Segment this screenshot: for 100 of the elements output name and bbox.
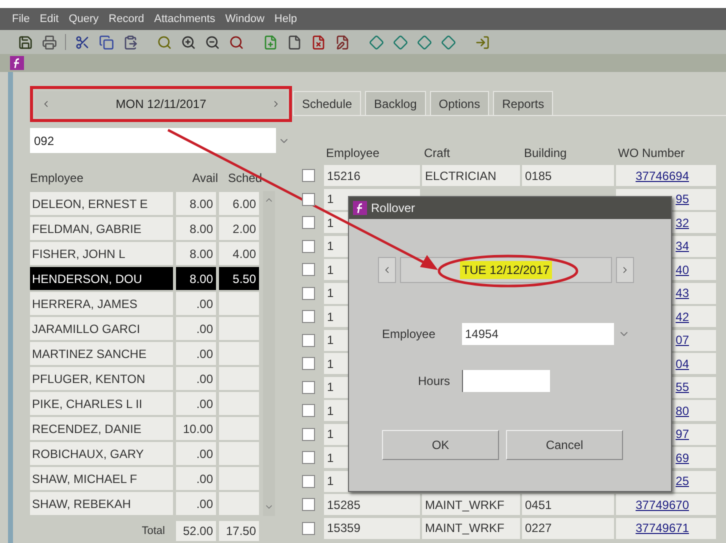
menu-item[interactable]: Edit (40, 10, 59, 28)
zoom-out-icon (204, 34, 220, 50)
avail-cell: .00 (176, 292, 216, 315)
search-icon (156, 34, 172, 50)
row-checkbox[interactable] (302, 380, 315, 394)
paste-icon (122, 34, 138, 50)
hours-field[interactable] (462, 370, 550, 392)
table-cell: MAINT_WRKF (422, 494, 520, 516)
row-checkbox[interactable] (302, 192, 315, 206)
tab[interactable]: Schedule (293, 91, 362, 115)
delete-record-icon (310, 34, 326, 50)
print-icon (42, 34, 56, 50)
save-icon (18, 34, 32, 50)
sched-cell (219, 392, 259, 415)
sched-cell (219, 442, 259, 465)
tab[interactable]: Reports (493, 91, 554, 115)
sched-cell (219, 467, 259, 490)
row-checkbox[interactable] (302, 263, 315, 276)
table-cell: 15216 (324, 165, 420, 186)
row-checkbox[interactable] (302, 428, 315, 441)
crew-field[interactable]: 092 (30, 128, 276, 153)
copy-icon (98, 34, 114, 50)
total-avail-cell: 52.00 (176, 521, 216, 541)
tab[interactable]: Backlog (365, 91, 426, 115)
wo-number-link[interactable]: 37746694 (616, 165, 716, 186)
column-header: Building (523, 145, 568, 162)
employee-name-cell[interactable]: JARAMILLO GARCI (30, 317, 173, 340)
menu-item[interactable]: Window (225, 10, 264, 28)
row-checkbox[interactable] (302, 451, 315, 464)
menu-item[interactable]: Query (68, 10, 99, 28)
diamond-icon (440, 34, 456, 50)
menu-item[interactable]: File (12, 10, 30, 28)
avail-cell: .00 (176, 392, 216, 415)
sched-cell: 5.50 (219, 267, 259, 290)
employee-field[interactable]: 14954 (462, 323, 614, 345)
sched-cell: 6.00 (219, 192, 259, 215)
employee-name-cell[interactable]: FELDMAN, GABRIE (30, 217, 173, 240)
app-logo-icon (10, 56, 24, 70)
employee-name-cell[interactable]: FISHER, JOHN L (30, 242, 173, 265)
column-header: WO Number (617, 145, 686, 162)
employee-name-cell[interactable]: HERRERA, JAMES (30, 292, 173, 315)
row-checkbox[interactable] (302, 404, 315, 418)
search-icon (228, 34, 244, 50)
row-checkbox[interactable] (302, 310, 315, 324)
sched-cell (219, 292, 259, 315)
sched-cell (219, 317, 259, 340)
row-checkbox[interactable] (302, 169, 315, 182)
employee-name-cell[interactable]: ROBICHAUX, GARY (30, 442, 173, 465)
sched-cell (219, 492, 259, 515)
tab[interactable]: Options (430, 91, 490, 115)
table-cell: 0451 (522, 494, 614, 516)
table-cell: 0227 (522, 518, 614, 539)
menu-item[interactable]: Record (108, 10, 144, 28)
column-header: Employee (30, 170, 84, 187)
column-header: Craft (423, 145, 452, 162)
total-sched-cell: 17.50 (219, 521, 259, 541)
row-checkbox[interactable] (302, 357, 315, 370)
scrollbar[interactable] (263, 191, 275, 516)
avail-cell: 8.00 (176, 267, 216, 290)
row-checkbox[interactable] (302, 522, 315, 535)
total-label: Total (140, 524, 166, 539)
current-date: MON 12/11/2017 (116, 96, 206, 113)
employee-name-cell[interactable]: RECENDEZ, DANIE (30, 417, 173, 440)
new-record-icon (262, 34, 278, 50)
menu-item[interactable]: Help (274, 10, 298, 28)
employee-name-cell[interactable]: PFLUGER, KENTON (30, 367, 173, 390)
employee-name-cell[interactable]: MARTINEZ SANCHE (30, 342, 173, 365)
row-checkbox[interactable] (302, 334, 315, 347)
row-checkbox[interactable] (302, 240, 315, 253)
avail-cell: .00 (176, 317, 216, 340)
employee-name-cell[interactable]: HENDERSON, DOU (30, 267, 173, 290)
employee-name-cell[interactable]: SHAW, MICHAEL F (30, 467, 173, 490)
row-checkbox[interactable] (302, 474, 315, 488)
column-header: Employee (325, 145, 380, 162)
table-cell: 0185 (522, 165, 614, 186)
avail-cell: .00 (176, 442, 216, 465)
rollover-date: TUE 12/12/2017 (460, 261, 552, 279)
wo-number-link[interactable]: 37749670 (616, 494, 716, 516)
sched-cell (219, 367, 259, 390)
blank-page-icon (286, 34, 302, 50)
diamond-icon (416, 34, 432, 50)
row-checkbox[interactable] (302, 216, 315, 230)
row-checkbox[interactable] (302, 498, 315, 512)
app-logo-icon (353, 201, 367, 215)
avail-cell: .00 (176, 367, 216, 390)
sched-cell (219, 417, 259, 440)
sched-cell (219, 342, 259, 365)
employee-name-cell[interactable]: PIKE, CHARLES L II (30, 392, 173, 415)
menu-item[interactable]: Attachments (154, 10, 216, 28)
employee-name-cell[interactable]: DELEON, ERNEST E (30, 192, 173, 215)
dialog-button[interactable]: OK (382, 430, 499, 460)
exit-icon (474, 34, 490, 50)
cut-icon (74, 34, 90, 50)
employee-name-cell[interactable]: SHAW, REBEKAH (30, 492, 173, 515)
zoom-in-icon (180, 34, 196, 50)
edit-record-icon (334, 34, 350, 50)
row-checkbox[interactable] (302, 286, 315, 300)
diamond-icon (392, 34, 408, 50)
wo-number-link[interactable]: 37749671 (616, 518, 716, 539)
dialog-button[interactable]: Cancel (506, 430, 623, 460)
